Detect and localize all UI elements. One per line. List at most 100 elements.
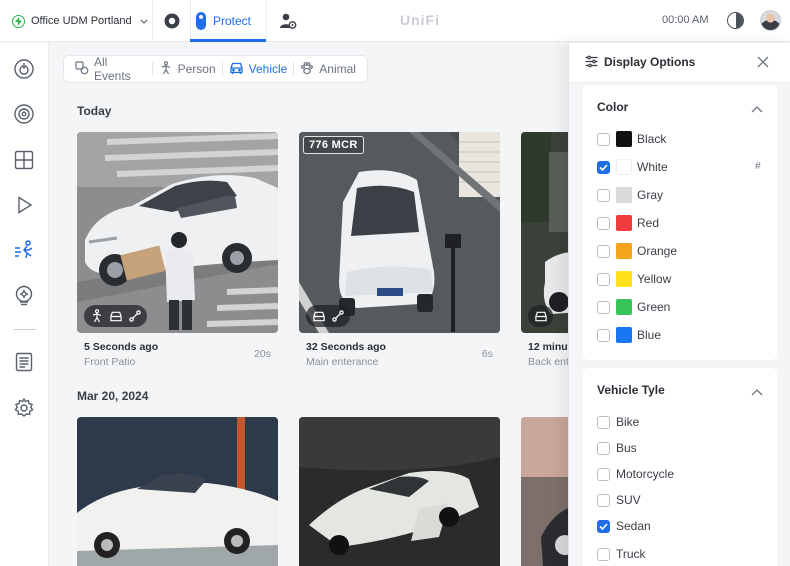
event-thumbnail[interactable] (77, 417, 278, 566)
event-time: 12 minut (528, 341, 572, 353)
color-option-green[interactable]: Green (597, 297, 670, 317)
hex-code-button[interactable]: # (755, 161, 761, 172)
nav-divider (14, 329, 36, 330)
theme-toggle-icon[interactable] (727, 12, 744, 29)
all-events-icon (75, 60, 89, 78)
event-time: 32 Seconds ago (306, 341, 386, 353)
paw-icon (300, 61, 314, 78)
chevron-up-icon[interactable] (751, 385, 763, 396)
event-camera: Front Patio (84, 356, 136, 368)
color-swatch (616, 159, 632, 175)
event-thumbnail[interactable] (77, 132, 278, 333)
play-icon[interactable] (12, 193, 36, 217)
person-icon (159, 60, 173, 78)
multiview-icon[interactable] (12, 148, 36, 172)
chevron-up-icon[interactable] (751, 102, 763, 113)
color-swatch (616, 243, 632, 259)
vehicle-icon (107, 308, 124, 325)
vehicle-icon (310, 308, 327, 325)
protect-app-tab[interactable]: Protect (196, 0, 251, 42)
left-nav (0, 43, 49, 566)
event-thumbnail[interactable] (299, 417, 500, 566)
vehicle-option-bike[interactable]: Bike (597, 412, 639, 432)
ai-icon[interactable] (12, 283, 36, 307)
bolt-icon (12, 14, 25, 28)
vehicle-icon (229, 61, 244, 78)
checkbox[interactable] (597, 300, 610, 314)
panel-title: Display Options (604, 55, 696, 69)
event-time: 5 Seconds ago (84, 341, 159, 353)
event-duration: 20s (254, 348, 271, 360)
color-option-blue[interactable]: Blue (597, 325, 661, 345)
settings-icon[interactable] (12, 396, 36, 420)
color-option-yellow[interactable]: Yellow (597, 269, 671, 289)
vehicle-option-motorcycle[interactable]: Motorcycle (597, 464, 674, 484)
detection-badges (528, 305, 553, 327)
site-name: Office UDM Portland (31, 15, 132, 27)
protect-app-label: Protect (213, 14, 252, 28)
dashboard-icon[interactable] (12, 57, 36, 81)
network-app-icon[interactable] (162, 11, 182, 31)
vehicle-type-section-title: Vehicle Tyle (597, 383, 665, 397)
divider (190, 0, 191, 42)
cameras-icon[interactable] (12, 102, 36, 126)
event-camera: Main enterance (306, 356, 379, 368)
checkbox-checked[interactable] (597, 519, 610, 533)
section-title-today: Today (77, 104, 112, 118)
checkbox[interactable] (597, 272, 610, 286)
event-thumbnail[interactable]: 776 MCR (299, 132, 500, 333)
divider (152, 0, 153, 42)
detections-icon[interactable] (12, 238, 36, 262)
color-section-title: Color (597, 100, 629, 114)
checkbox[interactable] (597, 216, 610, 230)
filter-all-events[interactable]: All Events (70, 55, 151, 83)
detection-badges (306, 305, 350, 327)
color-swatch (616, 327, 632, 343)
close-icon[interactable] (757, 56, 769, 68)
checkbox[interactable] (597, 547, 610, 561)
filter-vehicle[interactable]: Vehicle (224, 57, 293, 81)
vehicle-option-suv[interactable]: SUV (597, 490, 641, 510)
checkbox[interactable] (597, 441, 610, 455)
checkbox[interactable] (597, 467, 610, 481)
person-icon (88, 308, 105, 325)
event-type-filter: All Events Person Vehicle Animal (63, 55, 368, 83)
color-option-orange[interactable]: Orange (597, 241, 677, 261)
detection-badges (84, 305, 147, 327)
checkbox[interactable] (597, 132, 610, 146)
divider (266, 0, 267, 42)
color-option-red[interactable]: Red (597, 213, 659, 233)
checkbox-checked[interactable] (597, 160, 610, 174)
divider (221, 62, 223, 76)
color-swatch (616, 271, 632, 287)
avatar[interactable] (760, 10, 781, 31)
site-selector[interactable]: Office UDM Portland (12, 12, 148, 30)
checkbox[interactable] (597, 415, 610, 429)
vehicle-option-sedan[interactable]: Sedan (597, 516, 651, 536)
checkbox[interactable] (597, 244, 610, 258)
logs-icon[interactable] (12, 350, 36, 374)
color-option-gray[interactable]: Gray (597, 185, 663, 205)
color-option-black[interactable]: Black (597, 129, 666, 149)
license-plate-tag: 776 MCR (303, 136, 364, 154)
filter-person[interactable]: Person (154, 57, 221, 81)
vehicle-option-bus[interactable]: Bus (597, 438, 637, 458)
vehicle-icon (532, 308, 549, 325)
filter-animal[interactable]: Animal (295, 57, 361, 81)
link-icon (329, 308, 346, 325)
checkbox[interactable] (597, 188, 610, 202)
sliders-icon (585, 55, 598, 71)
chevron-down-icon (140, 16, 148, 26)
color-option-white[interactable]: White (597, 157, 668, 177)
checkbox[interactable] (597, 493, 610, 507)
panel-header: Display Options (569, 43, 790, 81)
color-swatch (616, 131, 632, 147)
divider (293, 62, 295, 76)
checkbox[interactable] (597, 328, 610, 342)
color-swatch (616, 187, 632, 203)
top-bar: Office UDM Portland Protect UniFi 00:00 … (0, 0, 790, 42)
active-tab-indicator (190, 39, 266, 42)
event-duration: 6s (481, 348, 493, 360)
vehicle-option-truck[interactable]: Truck (597, 544, 646, 564)
users-app-icon[interactable] (278, 11, 298, 31)
